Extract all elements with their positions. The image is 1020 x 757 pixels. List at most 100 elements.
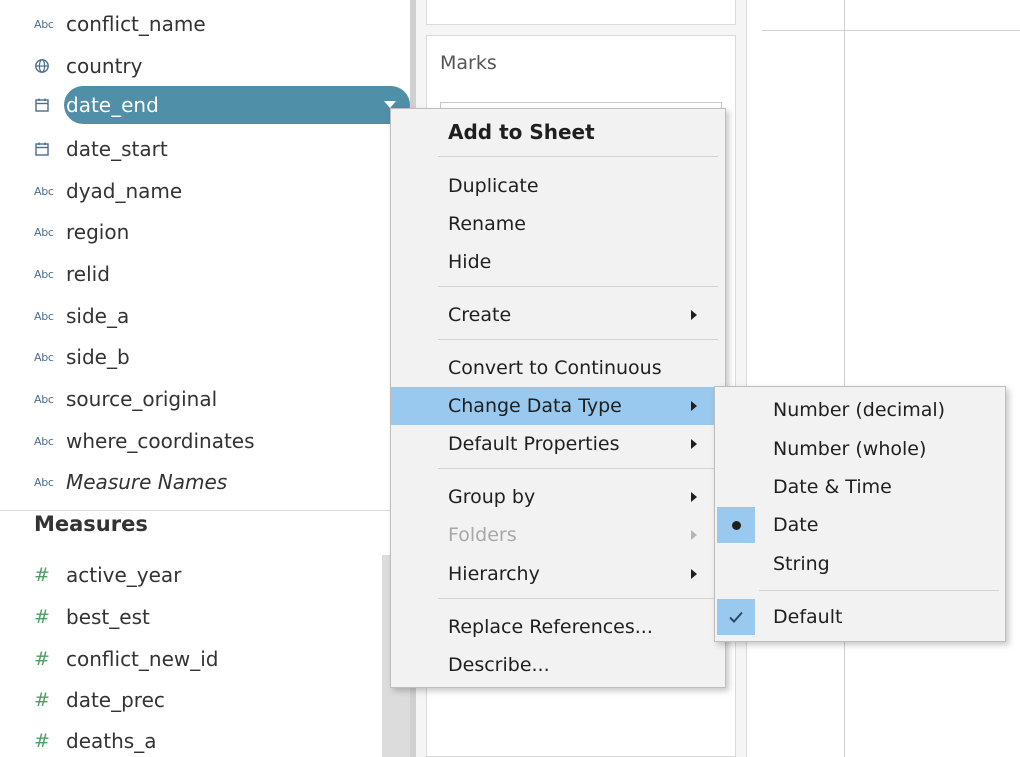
data-type-submenu: Number (decimal) Number (whole) Date & T… — [714, 386, 1006, 642]
submenu-arrow-icon — [691, 401, 697, 411]
submenu-arrow-icon — [691, 439, 697, 449]
menu-separator — [438, 156, 718, 157]
field-label: date_end — [66, 93, 159, 117]
field-conflict-name[interactable]: Abc conflict_name — [28, 5, 408, 43]
menu-create[interactable]: Create — [391, 296, 725, 334]
submenu-date-time[interactable]: Date & Time — [715, 468, 1005, 506]
abc-icon: Abc — [34, 17, 54, 31]
menu-rename[interactable]: Rename — [391, 205, 725, 243]
submenu-arrow-icon — [691, 492, 697, 502]
field-region[interactable]: Abc region — [28, 213, 408, 251]
field-label: side_a — [66, 304, 130, 328]
calendar-icon — [28, 141, 66, 157]
submenu-arrow-icon — [691, 310, 697, 320]
menu-label: Create — [448, 304, 512, 326]
menu-convert-to-continuous[interactable]: Convert to Continuous — [391, 349, 725, 387]
globe-icon — [28, 58, 66, 74]
menu-hierarchy[interactable]: Hierarchy — [391, 555, 725, 593]
abc-icon: Abc — [34, 392, 54, 406]
submenu-label: Number (decimal) — [773, 399, 946, 421]
submenu-date[interactable]: Date — [715, 506, 1005, 544]
menu-label: Folders — [448, 524, 517, 546]
field-conflict-new-id[interactable]: # conflict_new_id — [28, 640, 408, 678]
abc-icon: Abc — [34, 350, 54, 364]
field-measure-names[interactable]: Abc Measure Names — [28, 463, 408, 501]
menu-describe[interactable]: Describe... — [391, 646, 725, 684]
marks-title: Marks — [440, 52, 497, 74]
field-date-prec[interactable]: # date_prec — [28, 681, 408, 719]
bullet-icon — [731, 520, 741, 530]
field-label: relid — [66, 262, 110, 286]
field-label: deaths_a — [66, 729, 157, 753]
field-side-b[interactable]: Abc side_b — [28, 338, 408, 376]
abc-icon: Abc — [34, 267, 54, 281]
menu-add-to-sheet[interactable]: Add to Sheet — [391, 113, 725, 151]
field-active-year[interactable]: # active_year — [28, 556, 408, 594]
submenu-label: Date & Time — [773, 476, 892, 498]
menu-duplicate[interactable]: Duplicate — [391, 167, 725, 205]
menu-separator — [438, 286, 718, 287]
submenu-number-whole[interactable]: Number (whole) — [715, 430, 1005, 468]
canvas-gridline-horizontal — [762, 30, 1020, 31]
field-date-end[interactable]: date_end — [28, 86, 408, 124]
submenu-string[interactable]: String — [715, 545, 1005, 583]
menu-default-properties[interactable]: Default Properties — [391, 425, 725, 463]
checkmark-icon — [729, 611, 743, 623]
field-label: date_start — [66, 137, 168, 161]
canvas-gridline-vertical — [844, 0, 845, 757]
submenu-label: Date — [773, 514, 819, 536]
menu-label: Convert to Continuous — [448, 357, 662, 379]
filters-shelf-card[interactable] — [426, 0, 736, 25]
menu-label: Add to Sheet — [448, 120, 595, 144]
menu-label: Replace References... — [448, 616, 653, 638]
menu-folders: Folders — [391, 516, 725, 554]
abc-icon: Abc — [34, 475, 54, 489]
field-label: active_year — [66, 563, 182, 587]
field-source-original[interactable]: Abc source_original — [28, 380, 408, 418]
menu-hide[interactable]: Hide — [391, 243, 725, 281]
abc-icon: Abc — [34, 309, 54, 323]
menu-separator — [438, 339, 718, 340]
menu-label: Default Properties — [448, 433, 620, 455]
selected-bullet-indicator — [717, 507, 755, 543]
menu-label: Describe... — [448, 654, 550, 676]
menu-separator — [438, 468, 718, 469]
field-where-coordinates[interactable]: Abc where_coordinates — [28, 422, 408, 460]
view-canvas[interactable] — [747, 0, 1020, 757]
hash-icon: # — [34, 729, 50, 752]
submenu-label: Default — [773, 606, 843, 628]
menu-label: Duplicate — [448, 175, 539, 197]
submenu-default[interactable]: Default — [715, 598, 1005, 636]
calendar-icon — [28, 97, 66, 113]
field-relid[interactable]: Abc relid — [28, 255, 408, 293]
field-best-est[interactable]: # best_est — [28, 598, 408, 636]
hash-icon: # — [34, 563, 50, 586]
field-label: best_est — [66, 605, 150, 629]
menu-change-data-type[interactable]: Change Data Type — [391, 387, 725, 425]
field-side-a[interactable]: Abc side_a — [28, 297, 408, 335]
hash-icon: # — [34, 688, 50, 711]
abc-icon: Abc — [34, 434, 54, 448]
measures-divider — [0, 510, 415, 511]
field-label: region — [66, 220, 130, 244]
menu-label: Group by — [448, 486, 536, 508]
submenu-number-decimal[interactable]: Number (decimal) — [715, 391, 1005, 429]
field-deaths-a[interactable]: # deaths_a — [28, 722, 408, 757]
field-dyad-name[interactable]: Abc dyad_name — [28, 172, 408, 210]
menu-label: Rename — [448, 213, 526, 235]
menu-group-by[interactable]: Group by — [391, 478, 725, 516]
field-date-start[interactable]: date_start — [28, 130, 408, 168]
menu-label: Hide — [448, 251, 492, 273]
field-label: date_prec — [66, 688, 165, 712]
field-label: where_coordinates — [66, 429, 255, 453]
field-context-menu: Add to Sheet Duplicate Rename Hide Creat… — [390, 108, 726, 688]
menu-replace-references[interactable]: Replace References... — [391, 608, 725, 646]
field-country[interactable]: country — [28, 47, 408, 85]
measures-heading: Measures — [34, 512, 148, 536]
submenu-arrow-icon — [691, 530, 697, 540]
field-label: source_original — [66, 387, 218, 411]
hash-icon: # — [34, 647, 50, 670]
field-label: dyad_name — [66, 179, 183, 203]
menu-label: Change Data Type — [448, 395, 622, 417]
abc-icon: Abc — [34, 225, 54, 239]
